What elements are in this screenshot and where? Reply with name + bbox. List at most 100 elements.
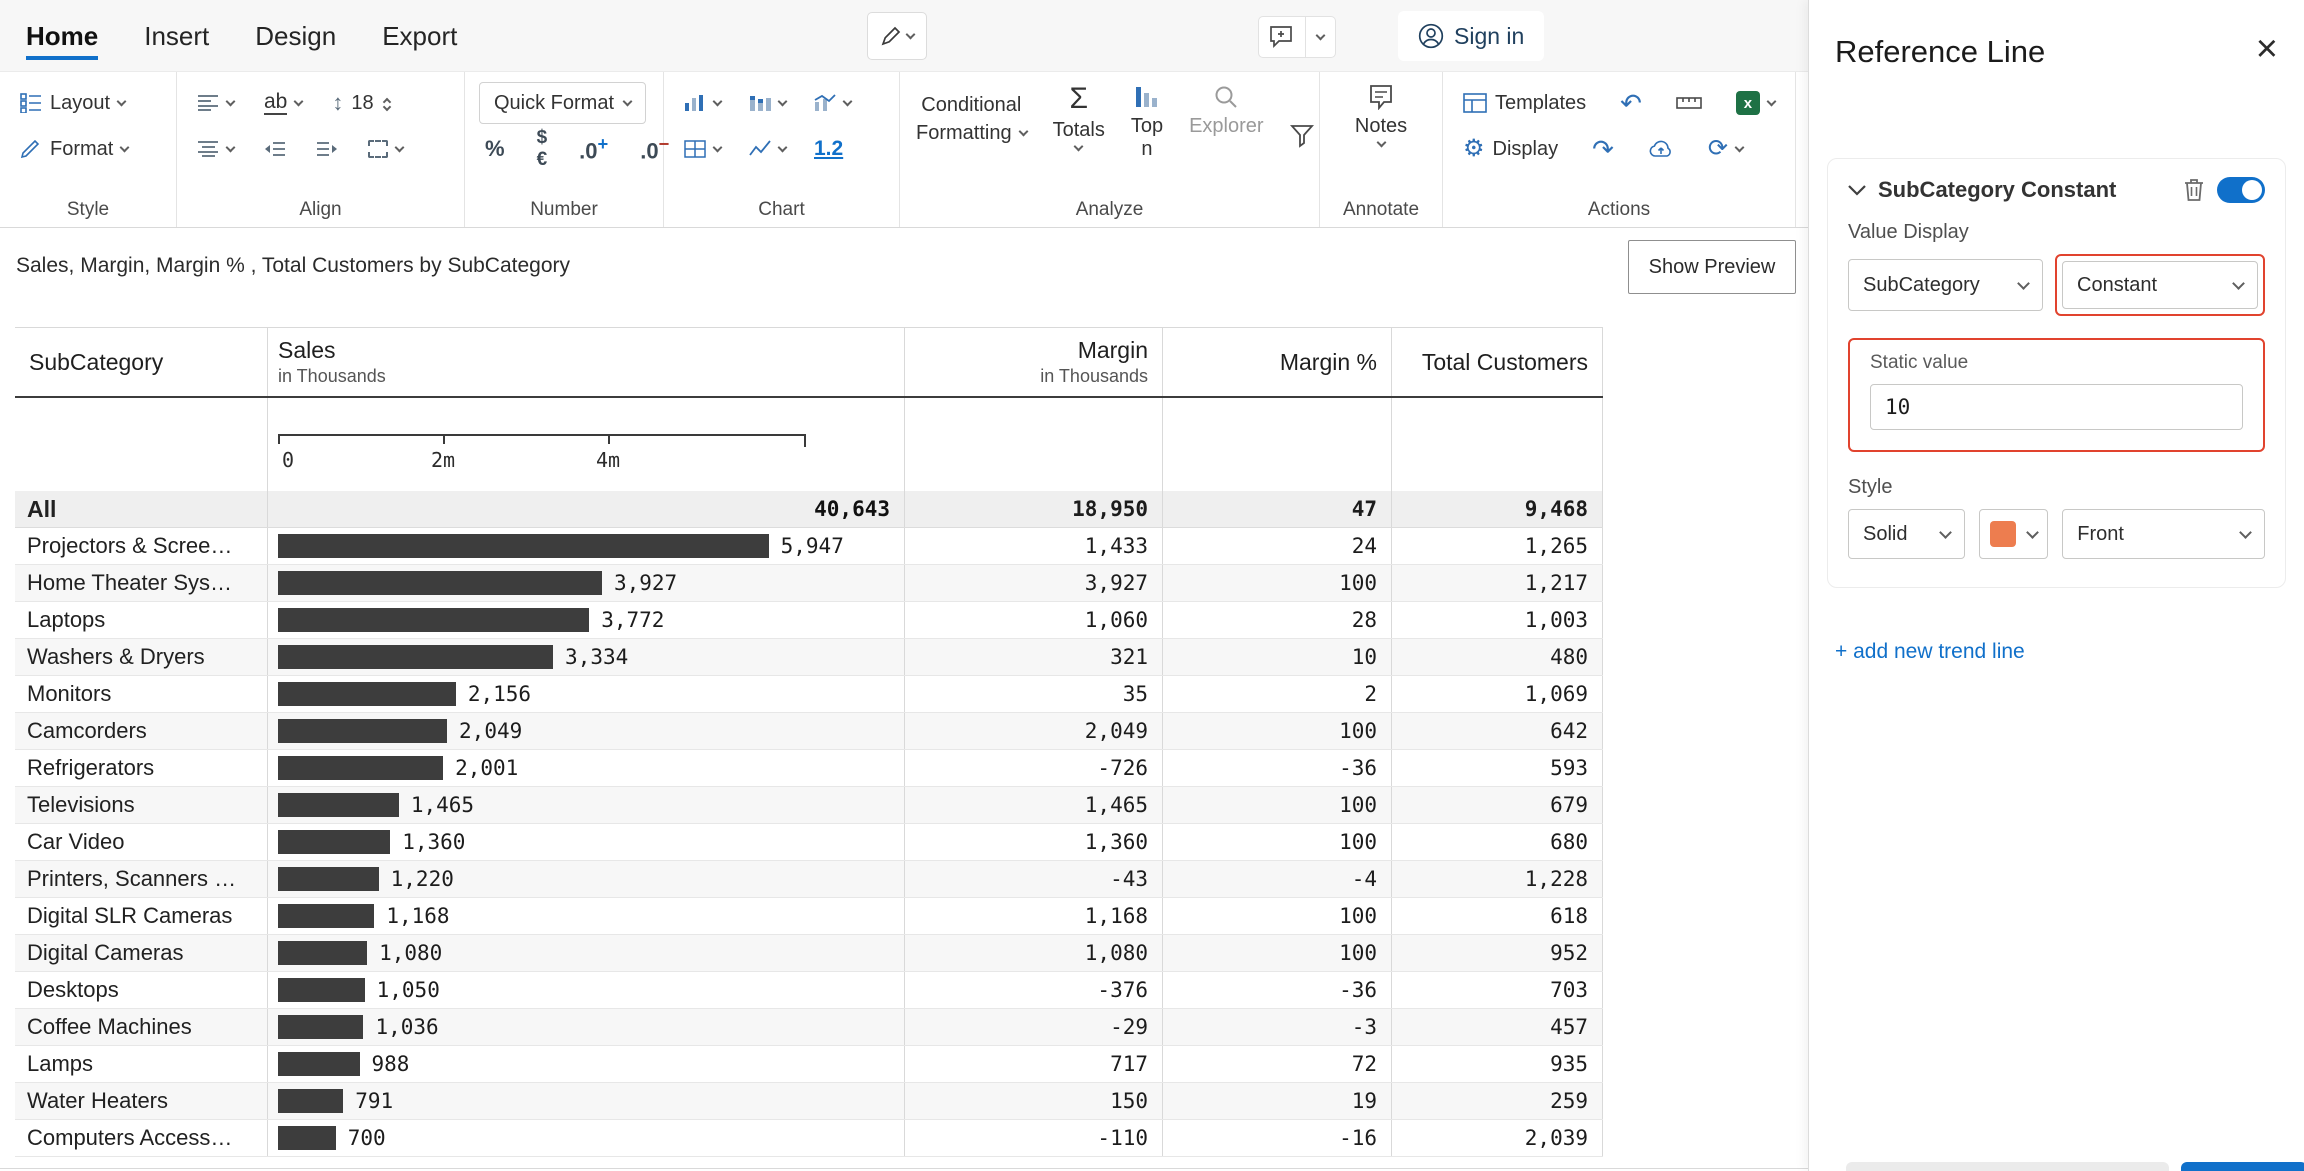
add-comment-button[interactable]	[1258, 16, 1306, 58]
margin-pct-value: 100	[1163, 565, 1392, 601]
comment-add-icon	[1269, 25, 1295, 49]
table-row[interactable]: Coffee Machines 1,036 -29 -3 457	[15, 1009, 1603, 1046]
currency-format-button[interactable]: $€	[531, 123, 554, 175]
export-excel-button[interactable]: x	[1730, 87, 1781, 119]
explorer-button[interactable]: Explorer	[1179, 80, 1273, 142]
close-icon[interactable]: ×	[2256, 30, 2278, 68]
table-row[interactable]: Digital SLR Cameras 1,168 1,168 100 618	[15, 898, 1603, 935]
undo-button[interactable]: ↶	[1614, 86, 1648, 120]
table-row[interactable]: Digital Cameras 1,080 1,080 100 952	[15, 935, 1603, 972]
menu-tab-design[interactable]: Design	[255, 0, 336, 72]
static-value-label: Static value	[1870, 352, 1969, 373]
reference-line-toggle[interactable]	[2217, 177, 2265, 203]
notes-button[interactable]: Notes	[1345, 80, 1417, 150]
stacked-chart-type-button[interactable]	[743, 90, 792, 116]
chevron-down-icon	[1376, 137, 1386, 148]
table-row[interactable]: Projectors & Scree… 5,947 1,433 24 1,265	[15, 528, 1603, 565]
margin-total: 18,950	[905, 491, 1163, 527]
chevron-down-icon	[905, 29, 916, 39]
chart-decimal-button[interactable]: 1.2	[808, 133, 849, 165]
panel-footer-primary-button[interactable]	[2181, 1162, 2304, 1171]
value-display-field-dropdown[interactable]: SubCategory	[1848, 259, 2043, 311]
line-style-dropdown[interactable]: Solid	[1848, 509, 1965, 559]
quick-format-dropdown[interactable]: Quick Format	[479, 82, 647, 124]
table-row[interactable]: Printers, Scanners … 1,220 -43 -4 1,228	[15, 861, 1603, 898]
header-subcategory[interactable]: SubCategory	[15, 328, 268, 396]
header-total-customers[interactable]: Total Customers	[1392, 328, 1603, 396]
totals-button[interactable]: Σ Totals	[1043, 80, 1115, 154]
comment-dropdown-button[interactable]	[1306, 16, 1336, 58]
chart-options-button[interactable]	[678, 136, 727, 162]
axis-tick-label: 2m	[430, 448, 456, 472]
bar-chart-type-button[interactable]	[678, 90, 727, 116]
indent-decrease-button[interactable]	[258, 137, 292, 161]
table-row[interactable]: Laptops 3,772 1,060 28 1,003	[15, 602, 1603, 639]
margin-value: 717	[905, 1046, 1163, 1082]
format-button[interactable]: Format	[14, 134, 134, 165]
menu-tab-export[interactable]: Export	[382, 0, 457, 72]
table-row[interactable]: Lamps 988 717 72 935	[15, 1046, 1603, 1083]
table-row[interactable]: Camcorders 2,049 2,049 100 642	[15, 713, 1603, 750]
filter-button[interactable]	[1280, 80, 1324, 152]
table-row[interactable]: Computers Access… 700 -110 -16 2,039	[15, 1120, 1603, 1157]
table-row[interactable]: Televisions 1,465 1,465 100 679	[15, 787, 1603, 824]
edit-mode-button[interactable]	[867, 12, 927, 60]
templates-button[interactable]: Templates	[1457, 88, 1592, 119]
table-row[interactable]: Desktops 1,050 -376 -36 703	[15, 972, 1603, 1009]
menu-tab-home[interactable]: Home	[26, 0, 99, 72]
axis-tick	[443, 434, 445, 444]
table-row[interactable]: Washers & Dryers 3,334 321 10 480	[15, 639, 1603, 676]
percent-format-button[interactable]: %	[479, 132, 511, 166]
header-margin[interactable]: Margin in Thousands	[905, 328, 1163, 396]
sales-value: 1,036	[375, 1015, 439, 1039]
show-preview-button[interactable]: Show Preview	[1628, 240, 1796, 294]
row-label: Home Theater Sys…	[15, 565, 268, 601]
value-display-type-dropdown[interactable]: Constant	[2062, 261, 2258, 309]
customers-value: 618	[1392, 898, 1603, 934]
ruler-button[interactable]	[1670, 91, 1708, 115]
panel-footer-secondary-button[interactable]	[1846, 1162, 2169, 1171]
sales-bar	[278, 941, 368, 965]
layout-button[interactable]: Layout	[14, 88, 131, 119]
vertical-align-button[interactable]	[191, 137, 240, 161]
line-position-dropdown[interactable]: Front	[2062, 509, 2265, 559]
table-row[interactable]: Water Heaters 791 150 19 259	[15, 1083, 1603, 1120]
increase-decimal-button[interactable]: .0+	[573, 129, 614, 168]
combo-chart-type-button[interactable]	[808, 90, 857, 116]
add-trend-line-link[interactable]: + add new trend line	[1835, 640, 2025, 664]
header-margin-pct[interactable]: Margin %	[1163, 328, 1392, 396]
table-total-row[interactable]: All 40,643 18,950 47 9,468	[15, 491, 1603, 528]
publish-button[interactable]	[1642, 136, 1680, 162]
header-sales[interactable]: Sales in Thousands	[268, 328, 905, 396]
line-color-dropdown[interactable]	[1978, 509, 2049, 559]
indent-increase-button[interactable]	[310, 137, 344, 161]
table-row[interactable]: Home Theater Sys… 3,927 3,927 100 1,217	[15, 565, 1603, 602]
row-height-stepper[interactable]: ↕ 18	[326, 86, 395, 120]
table-row[interactable]: Monitors 2,156 35 2 1,069	[15, 676, 1603, 713]
margin-pct-value: -36	[1163, 750, 1392, 786]
refresh-button[interactable]: ⟳	[1702, 132, 1749, 166]
sign-in-button[interactable]: Sign in	[1398, 11, 1545, 61]
trash-icon[interactable]	[2183, 178, 2205, 202]
table-row[interactable]: Car Video 1,360 1,360 100 680	[15, 824, 1603, 861]
horizontal-align-button[interactable]	[191, 91, 240, 115]
axis-tick-label: 4m	[595, 448, 621, 472]
static-value-input[interactable]	[1870, 384, 2243, 430]
borders-button[interactable]	[362, 136, 409, 162]
conditional-formatting-button[interactable]: Conditional Formatting	[906, 80, 1037, 149]
chevron-down-icon[interactable]	[1848, 184, 1866, 196]
canvas-title-bar: Sales, Margin, Margin % , Total Customer…	[0, 228, 1808, 304]
margin-value: -110	[905, 1120, 1163, 1156]
top-n-button[interactable]: Top n	[1121, 80, 1173, 165]
sparkline-button[interactable]	[743, 136, 792, 162]
redo-button[interactable]: ↷	[1586, 132, 1620, 166]
text-style-button[interactable]: ab	[258, 87, 308, 119]
undo-icon: ↶	[1620, 88, 1642, 118]
chevron-down-icon	[2026, 525, 2040, 539]
menu-tab-insert[interactable]: Insert	[144, 0, 209, 72]
panel-title: Reference Line	[1835, 34, 2046, 69]
chevron-down-icon	[1734, 142, 1745, 152]
table-row[interactable]: Refrigerators 2,001 -726 -36 593	[15, 750, 1603, 787]
display-button[interactable]: ⚙ Display	[1457, 132, 1564, 166]
sales-value: 1,360	[402, 830, 466, 854]
